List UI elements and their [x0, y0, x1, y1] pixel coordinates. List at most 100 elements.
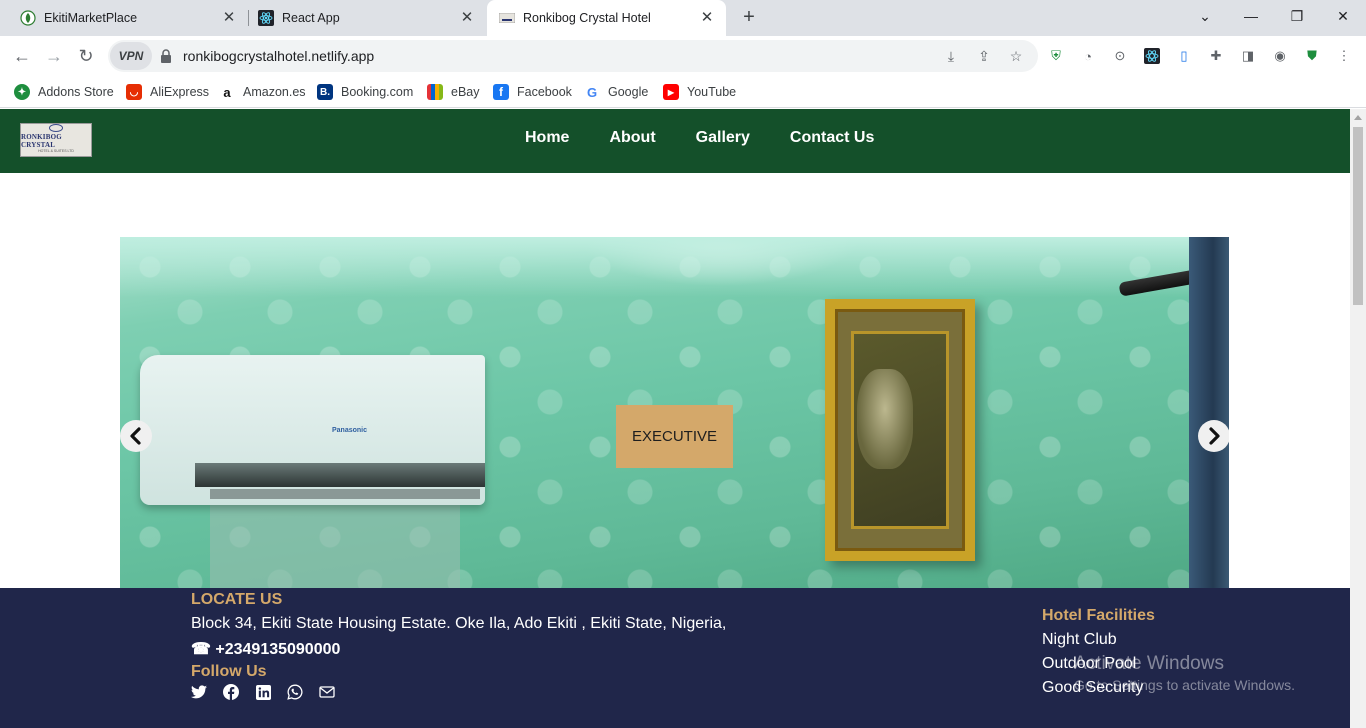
air-conditioner-image: Panasonic [140, 355, 485, 505]
hotel-logo[interactable]: RONKIBOG CRYSTAL HOTEL & SUITES LTD [20, 123, 92, 157]
bookmark-google[interactable]: G Google [584, 82, 648, 102]
reload-icon[interactable]: ↻ [73, 43, 99, 69]
slide-caption[interactable]: EXECUTIVE [616, 405, 733, 468]
bookmark-label: YouTube [687, 85, 737, 99]
bookmark-label: Google [608, 85, 649, 99]
bookmark-booking[interactable]: B. Booking.com [317, 82, 413, 102]
ebay-icon [427, 84, 443, 100]
bookmarks-bar: ✦ Addons Store ◡ AliExpress a Amazon.es … [0, 76, 1366, 108]
hotel-address: Block 34, Ekiti State Housing Estate. Ok… [191, 615, 727, 632]
install-app-icon[interactable]: ⤓ [941, 46, 961, 66]
ac-brand: Panasonic [332, 427, 368, 434]
scroll-up-arrow-icon[interactable] [1354, 115, 1362, 120]
tab-title: EkitiMarketPlace [44, 11, 138, 25]
linkedin-icon[interactable] [255, 684, 271, 700]
more-menu-icon[interactable]: ⋮ [1334, 46, 1354, 66]
minimize-icon[interactable]: — [1228, 0, 1274, 32]
social-links [191, 684, 335, 700]
addons-store-icon: ✦ [14, 84, 30, 100]
windows-activation-subtitle: Go to Settings to activate Windows. [1074, 677, 1295, 693]
frame-art [857, 369, 913, 469]
ac-vent-lower [210, 489, 480, 499]
nav-home[interactable]: Home [525, 129, 569, 147]
aliexpress-icon: ◡ [126, 84, 142, 100]
room-image-slider[interactable]: Panasonic EXECUTIVE [120, 237, 1229, 588]
page-scrollbar[interactable] [1350, 109, 1366, 728]
shield-extension-icon[interactable]: ⛨ [1046, 46, 1066, 66]
timer-extension-icon[interactable]: ◔ [1078, 46, 1098, 66]
scrollbar-thumb[interactable] [1353, 127, 1363, 305]
google-icon: G [584, 84, 600, 100]
email-icon[interactable] [319, 684, 335, 700]
youtube-icon: ▶ [663, 84, 679, 100]
booking-icon: B. [317, 84, 333, 100]
bookmark-ebay[interactable]: eBay [427, 82, 480, 102]
tab-title: Ronkibog Crystal Hotel [523, 11, 651, 25]
back-arrow-icon[interactable]: ← [9, 43, 35, 69]
facility-item: Night Club [1042, 631, 1117, 648]
logo-emblem-icon [49, 124, 63, 132]
twitter-icon[interactable] [191, 684, 207, 700]
tab-search-chevron-icon[interactable]: ⌄ [1182, 0, 1228, 32]
clipboard-extension-icon[interactable]: ▯ [1174, 46, 1194, 66]
site-footer: LOCATE US Block 34, Ekiti State Housing … [0, 588, 1350, 728]
chevron-right-icon [1209, 427, 1220, 445]
slider-prev-button[interactable] [120, 420, 152, 452]
amazon-icon: a [219, 84, 235, 100]
bookmark-label: Addons Store [38, 85, 114, 99]
leaf-icon [20, 10, 36, 26]
adblock-shield-icon[interactable]: ⛊ [1302, 46, 1322, 66]
curtain [1189, 237, 1229, 588]
profile-avatar-icon[interactable]: ◉ [1270, 46, 1290, 66]
follow-us-heading: Follow Us [191, 663, 267, 680]
nav-about[interactable]: About [609, 129, 655, 147]
bookmark-facebook[interactable]: f Facebook [493, 82, 572, 102]
close-tab-icon[interactable]: ✕ [698, 9, 716, 27]
facebook-icon[interactable] [223, 684, 239, 700]
tab-ronkibog-crystal-hotel[interactable]: Ronkibog Crystal Hotel ✕ [487, 0, 726, 36]
hotel-phone[interactable]: ☎ +2349135090000 [191, 639, 340, 659]
bookmark-label: eBay [451, 85, 480, 99]
url-text[interactable]: ronkibogcrystalhotel.netlify.app [183, 48, 374, 64]
wall-shadow [210, 497, 460, 588]
bookmark-aliexpress[interactable]: ◡ AliExpress [126, 82, 209, 102]
bookmark-star-icon[interactable]: ☆ [1006, 46, 1026, 66]
tab-ekitimarketplace[interactable]: EkitiMarketPlace ✕ [0, 0, 248, 36]
lock-icon[interactable] [160, 49, 172, 63]
facebook-icon: f [493, 84, 509, 100]
windows-activation-title: Activate Windows [1074, 653, 1224, 674]
whatsapp-icon[interactable] [287, 684, 303, 700]
bookmark-addons-store[interactable]: ✦ Addons Store [14, 82, 114, 102]
new-tab-plus-icon[interactable]: + [738, 6, 760, 28]
forward-arrow-icon[interactable]: → [41, 43, 67, 69]
bookmark-youtube[interactable]: ▶ YouTube [663, 82, 736, 102]
tab-react-app[interactable]: React App ✕ [249, 0, 486, 36]
ac-vent [195, 463, 485, 487]
logo-name: RONKIBOG CRYSTAL [21, 133, 62, 149]
restore-icon[interactable]: ❐ [1274, 0, 1320, 32]
close-tab-icon[interactable]: ✕ [220, 9, 238, 27]
close-window-icon[interactable]: ✕ [1320, 0, 1366, 32]
bookmark-amazon[interactable]: a Amazon.es [219, 82, 306, 102]
address-bar[interactable]: VPN ronkibogcrystalhotel.netlify.app ⤓ ⇪… [108, 40, 1038, 72]
share-icon[interactable]: ⇪ [974, 46, 994, 66]
browser-toolbar: ← → ↻ VPN ronkibogcrystalhotel.netlify.a… [0, 36, 1366, 76]
code-extension-icon[interactable]: ⊙ [1110, 46, 1130, 66]
bookmark-label: Booking.com [341, 85, 414, 99]
tab-title: React App [282, 11, 340, 25]
side-panel-icon[interactable]: ◨ [1238, 46, 1258, 66]
main-nav: Home About Gallery Contact Us [525, 129, 874, 147]
vpn-badge[interactable]: VPN [110, 42, 152, 70]
ceiling [120, 237, 1229, 297]
wall-art-frame [825, 299, 975, 561]
slider-next-button[interactable] [1198, 420, 1229, 452]
puzzle-extensions-icon[interactable]: ✚ [1206, 46, 1226, 66]
site-header: RONKIBOG CRYSTAL HOTEL & SUITES LTD Home… [0, 109, 1350, 173]
close-tab-icon[interactable]: ✕ [458, 9, 476, 27]
hotel-facilities-heading: Hotel Facilities [1042, 607, 1155, 624]
react-devtools-icon[interactable] [1142, 46, 1162, 66]
nav-contact-us[interactable]: Contact Us [790, 129, 874, 147]
chevron-left-icon [130, 427, 141, 445]
page-viewport: RONKIBOG CRYSTAL HOTEL & SUITES LTD Home… [0, 109, 1350, 728]
nav-gallery[interactable]: Gallery [696, 129, 750, 147]
